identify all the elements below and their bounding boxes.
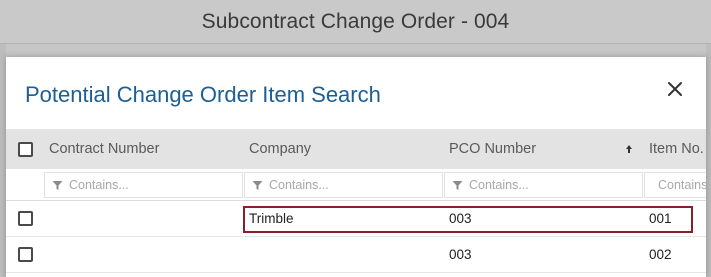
table-row[interactable]: Trimble 003 001: [6, 201, 706, 237]
row-checkbox[interactable]: [18, 247, 33, 262]
filter-icon: [452, 180, 463, 190]
background-page-title: Subcontract Change Order - 004: [201, 9, 510, 33]
row-select-cell: [18, 237, 42, 272]
grid-filter-row: Contains... Contains... Contains... Cont…: [6, 169, 706, 201]
table-row[interactable]: 003 002: [6, 237, 706, 273]
background-right-edge: [706, 44, 711, 277]
filter-item-no[interactable]: Contains...: [644, 172, 706, 198]
close-icon: [668, 82, 682, 96]
cell-pco-number: 003: [449, 247, 472, 262]
cell-item-no: 001: [649, 211, 672, 226]
close-button[interactable]: [663, 77, 687, 101]
grid-header-row: Contract Number Company PCO Number Item …: [6, 129, 706, 169]
cell-contract-number: [49, 201, 239, 236]
cell-item-no: 002: [649, 247, 672, 262]
filter-company[interactable]: Contains...: [244, 172, 443, 198]
filter-pco-number[interactable]: Contains...: [444, 172, 643, 198]
column-header-company[interactable]: Company: [249, 129, 439, 169]
filter-contract-number[interactable]: Contains...: [44, 172, 243, 198]
filter-icon: [252, 180, 263, 190]
column-header-pco-number[interactable]: PCO Number: [449, 129, 599, 169]
sort-ascending-icon: [625, 129, 637, 169]
row-select-cell: [18, 201, 42, 236]
select-all-checkbox[interactable]: [18, 141, 33, 157]
cell-company: Trimble: [249, 211, 294, 226]
select-all-cell: [18, 129, 42, 169]
filter-placeholder: Contains...: [269, 178, 329, 192]
filter-placeholder: Contains...: [469, 178, 529, 192]
column-header-contract-number[interactable]: Contract Number: [49, 129, 239, 169]
cell-pco-number: 003: [449, 211, 472, 226]
filter-placeholder: Contains...: [658, 178, 706, 192]
cell-contract-number: [49, 237, 239, 272]
filter-icon: [52, 180, 63, 190]
dialog-title: Potential Change Order Item Search: [25, 82, 381, 107]
pco-item-search-dialog: Potential Change Order Item Search Contr…: [6, 57, 706, 277]
filter-placeholder: Contains...: [69, 178, 129, 192]
background-header: Subcontract Change Order - 004: [0, 0, 711, 44]
column-header-item-no[interactable]: Item No.: [649, 129, 706, 169]
cell-company: [249, 237, 439, 272]
row-checkbox[interactable]: [18, 211, 33, 226]
